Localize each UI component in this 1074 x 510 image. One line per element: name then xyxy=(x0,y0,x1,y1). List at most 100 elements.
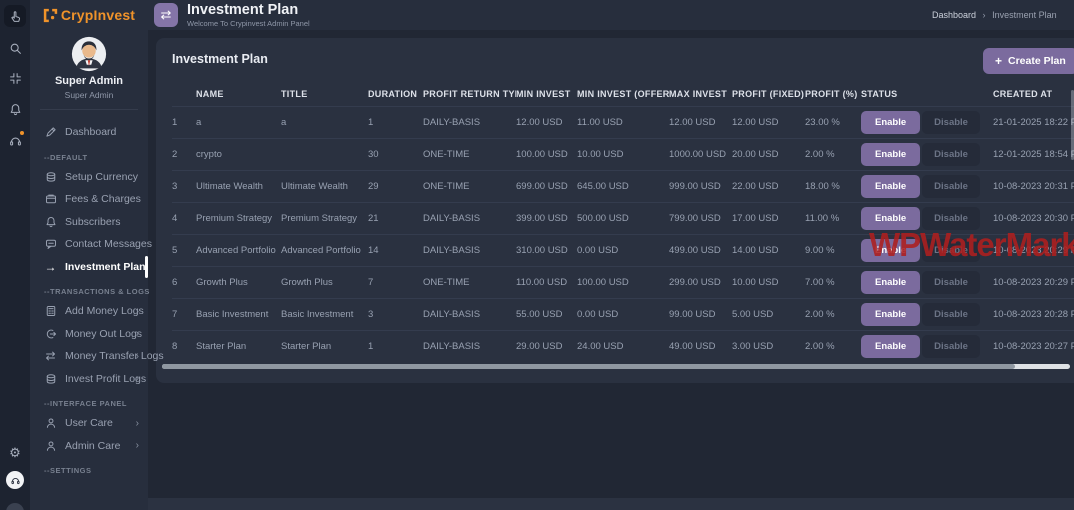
column-header xyxy=(172,82,196,106)
menu-section-label: --TRANSACTIONS & LOGS xyxy=(30,278,148,300)
card-title: Investment Plan xyxy=(172,52,268,66)
sidebar-item-admin-care[interactable]: Admin Care› xyxy=(30,435,148,458)
gear-icon[interactable]: ⚙ xyxy=(4,441,26,463)
cell-min-invest-offer: 500.00 USD xyxy=(577,202,669,234)
cell-title: Basic Investment xyxy=(281,298,368,330)
sidebar-item-money-out-logs[interactable]: Money Out Logs› xyxy=(30,323,148,346)
bell-icon[interactable] xyxy=(4,98,26,120)
coins-icon xyxy=(44,170,57,183)
create-plan-label: Create Plan xyxy=(1008,55,1066,67)
cell-duration: 29 xyxy=(368,170,423,202)
disable-button[interactable]: Disable xyxy=(922,111,980,134)
user-icon xyxy=(44,439,57,452)
sidebar-item-label: Setup Currency xyxy=(65,171,138,183)
cell-name: crypto xyxy=(196,138,281,170)
enable-button[interactable]: Enable xyxy=(861,111,920,134)
brand-logo[interactable]: CrypInvest xyxy=(30,7,148,23)
sidebar-item-label: Dashboard xyxy=(65,126,116,138)
breadcrumb-dashboard[interactable]: Dashboard xyxy=(932,10,976,20)
cell-duration: 21 xyxy=(368,202,423,234)
sidebar-item-label: Admin Care xyxy=(65,440,120,452)
notification-dot xyxy=(20,131,24,135)
transfer-icon: ⇄ xyxy=(44,350,57,363)
sidebar-item-money-transfer-logs[interactable]: ⇄Money Transfer Logs› xyxy=(30,345,148,368)
cell-name: Growth Plus xyxy=(196,266,281,298)
enable-button[interactable]: Enable xyxy=(861,335,920,358)
sidebar-item-invest-profit-logs[interactable]: Invest Profit Logs› xyxy=(30,368,148,391)
column-header: PROFIT (FIXED) xyxy=(732,82,805,106)
user-icon xyxy=(44,417,57,430)
enable-button[interactable]: Enable xyxy=(861,239,920,262)
cell-created-at: 10-08-2023 20:28 PM xyxy=(993,298,1074,330)
cell-profit-return-type: DAILY-BASIS xyxy=(423,298,516,330)
cell-status: EnableDisable xyxy=(861,234,993,266)
page-header: Investment Plan Welcome To Crypinvest Ad… xyxy=(187,3,310,28)
cell-created-at: 10-08-2023 20:30 PM xyxy=(993,202,1074,234)
breadcrumb-current: Investment Plan xyxy=(992,10,1057,20)
disable-button[interactable]: Disable xyxy=(922,335,980,358)
avatar[interactable] xyxy=(71,36,107,72)
disable-button[interactable]: Disable xyxy=(922,271,980,294)
cell-profit-pct: 2.00 % xyxy=(805,330,861,362)
brand-name: CrypInvest xyxy=(61,7,135,23)
user-role: Super Admin xyxy=(30,90,148,100)
user-name: Super Admin xyxy=(30,75,148,87)
cell-min-invest-offer: 11.00 USD xyxy=(577,106,669,138)
sidebar-item-investment-plan[interactable]: →Investment Plan xyxy=(30,256,148,279)
cell-min-invest-offer: 645.00 USD xyxy=(577,170,669,202)
horizontal-scrollbar-track[interactable] xyxy=(162,364,1070,369)
column-header: TITLE xyxy=(281,82,368,106)
cell-profit-fixed: 14.00 USD xyxy=(732,234,805,266)
enable-button[interactable]: Enable xyxy=(861,207,920,230)
chevron-right-icon: › xyxy=(136,328,139,339)
headset-icon[interactable] xyxy=(4,129,26,151)
main-area: ⇄ Investment Plan Welcome To Crypinvest … xyxy=(148,0,1074,510)
chevron-right-icon: › xyxy=(136,306,139,317)
sidebar-item-contact-messages[interactable]: Contact Messages xyxy=(30,233,148,256)
sidebar-item-label: Contact Messages xyxy=(65,238,152,250)
column-header: PROFIT RETURN TYPE xyxy=(423,82,516,106)
cell-title: Growth Plus xyxy=(281,266,368,298)
create-plan-button[interactable]: + Create Plan xyxy=(983,48,1074,74)
column-header: PROFIT (%) xyxy=(805,82,861,106)
enable-button[interactable]: Enable xyxy=(861,303,920,326)
search-icon[interactable] xyxy=(4,37,26,59)
menu-section-label: --SETTINGS xyxy=(30,457,148,479)
cell-name: Advanced Portfolio xyxy=(196,234,281,266)
disable-button[interactable]: Disable xyxy=(922,303,980,326)
cell-status: EnableDisable xyxy=(861,138,993,170)
coins-icon xyxy=(44,372,57,385)
cutoff-icon[interactable] xyxy=(4,501,26,510)
cell-index: 8 xyxy=(172,330,196,362)
cell-min-invest-offer: 0.00 USD xyxy=(577,234,669,266)
sidebar-item-dashboard[interactable]: Dashboard xyxy=(30,121,148,144)
disable-button[interactable]: Disable xyxy=(922,143,980,166)
cell-profit-fixed: 17.00 USD xyxy=(732,202,805,234)
sidebar-item-add-money-logs[interactable]: Add Money Logs› xyxy=(30,300,148,323)
sidebar-item-fees-charges[interactable]: Fees & Charges xyxy=(30,188,148,211)
logout-icon xyxy=(44,327,57,340)
cell-profit-fixed: 12.00 USD xyxy=(732,106,805,138)
enable-button[interactable]: Enable xyxy=(861,143,920,166)
sidebar-item-setup-currency[interactable]: Setup Currency xyxy=(30,166,148,189)
cell-profit-fixed: 22.00 USD xyxy=(732,170,805,202)
disable-button[interactable]: Disable xyxy=(922,175,980,198)
sidebar-item-label: Investment Plan xyxy=(65,261,146,273)
enable-button[interactable]: Enable xyxy=(861,175,920,198)
icon-strip: ⚙ xyxy=(0,0,30,510)
support-icon[interactable] xyxy=(6,471,24,489)
sidebar-item-user-care[interactable]: User Care› xyxy=(30,412,148,435)
compress-icon[interactable] xyxy=(4,67,26,89)
sidebar-menu: Dashboard--DEFAULTSetup CurrencyFees & C… xyxy=(30,121,148,479)
cell-max-invest: 99.00 USD xyxy=(669,298,732,330)
sidebar-divider xyxy=(40,109,138,110)
enable-button[interactable]: Enable xyxy=(861,271,920,294)
hand-pointer-icon[interactable] xyxy=(4,5,26,27)
plus-icon: + xyxy=(995,54,1002,68)
cell-min-invest: 399.00 USD xyxy=(516,202,577,234)
horizontal-scrollbar-thumb[interactable] xyxy=(162,364,1015,369)
sidebar-item-subscribers[interactable]: Subscribers xyxy=(30,211,148,234)
disable-button[interactable]: Disable xyxy=(922,239,980,262)
disable-button[interactable]: Disable xyxy=(922,207,980,230)
investment-plan-card: Investment Plan + Create Plan NAMETITLED… xyxy=(156,38,1074,383)
